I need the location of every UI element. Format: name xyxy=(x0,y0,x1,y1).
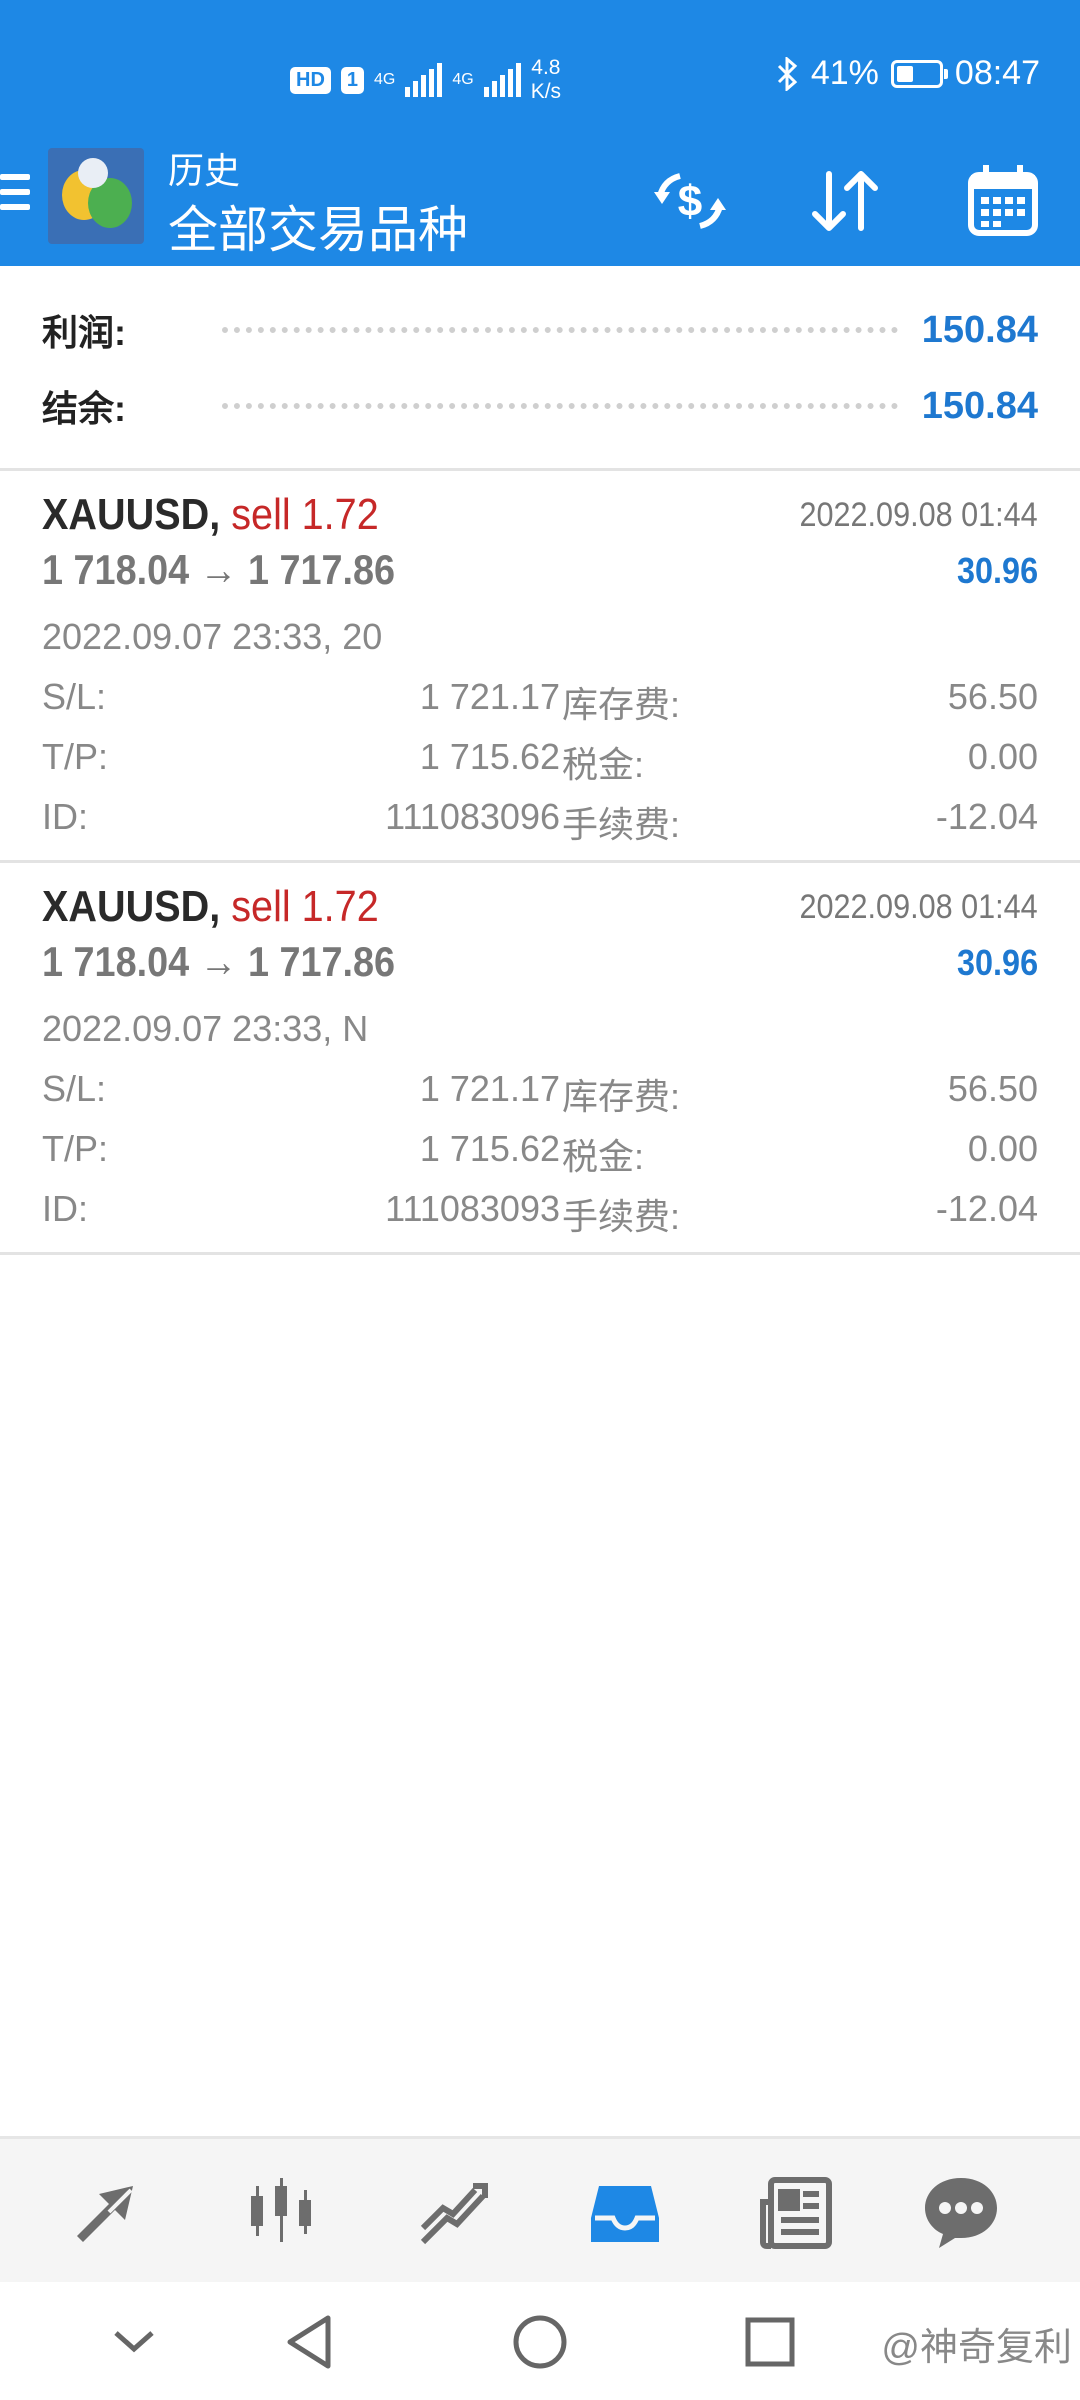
network-indicators: HD 1 4G 4G 4.8 K/s xyxy=(290,56,561,104)
status-right: 41% 08:47 xyxy=(775,54,1040,93)
tp-label: T/P: xyxy=(42,1128,109,1169)
fee-label: 手续费: xyxy=(562,804,681,845)
fee-label: 手续费: xyxy=(562,1196,681,1237)
price-range: 1 718.04 → 1 717.86 xyxy=(42,546,396,593)
swap-value: 56.50 xyxy=(947,676,1038,717)
open-time: 2022.09.07 23:33, 20 xyxy=(42,616,383,657)
speed-unit: K/s xyxy=(530,80,562,103)
chat-icon[interactable] xyxy=(916,2167,1006,2257)
history-icon[interactable] xyxy=(580,2167,670,2257)
trade-side: sell 1.72 xyxy=(231,882,379,931)
close-time: 2022.09.08 01:44 xyxy=(799,888,1038,926)
news-icon[interactable] xyxy=(752,2167,842,2257)
id-value: 111083096 xyxy=(385,796,560,837)
swap-label: 库存费: xyxy=(562,1076,681,1117)
dotted-leader xyxy=(222,403,898,409)
id-label: ID: xyxy=(42,796,89,837)
detail-row: S/L: 1 721.17 库存费: 56.50 xyxy=(42,1068,1038,1128)
status-bar: HD 1 4G 4G 4.8 K/s 41% 08:47 xyxy=(0,0,1080,130)
recents-icon[interactable] xyxy=(730,2302,810,2382)
tax-value: 0.00 xyxy=(967,736,1038,777)
chart-icon[interactable] xyxy=(236,2167,326,2257)
system-nav-bar: @神奇复利 xyxy=(0,2282,1080,2400)
bottom-nav xyxy=(0,2136,1080,2285)
detail-row: ID: 111083093 手续费: -12.04 xyxy=(42,1188,1038,1248)
trade-symbol: XAUUSD, sell 1.72 xyxy=(42,490,379,540)
battery-icon xyxy=(890,59,948,88)
profit-label: 利润: xyxy=(42,312,126,353)
battery-percent: 41% xyxy=(810,54,879,92)
sort-icon[interactable] xyxy=(800,156,890,246)
net-label-2: 4G xyxy=(452,71,474,88)
swap-value: 56.50 xyxy=(947,1068,1038,1109)
detail-row: T/P: 1 715.62 税金: 0.00 xyxy=(42,736,1038,796)
hd-badge: HD xyxy=(290,66,331,94)
symbol-text: XAUUSD, xyxy=(42,490,221,539)
close-time: 2022.09.08 01:44 xyxy=(799,496,1038,534)
trade-row[interactable]: XAUUSD, sell 1.72 2022.09.08 01:44 1 718… xyxy=(0,470,1080,863)
id-label: ID: xyxy=(42,1188,89,1229)
sl-value: 1 721.17 xyxy=(419,1068,560,1109)
swap-label: 库存费: xyxy=(562,684,681,725)
currency-exchange-icon[interactable]: $ xyxy=(645,156,735,246)
sl-value: 1 721.17 xyxy=(419,676,560,717)
svg-text:$: $ xyxy=(678,177,702,226)
sl-label: S/L: xyxy=(42,1068,107,1109)
back-icon[interactable] xyxy=(270,2302,350,2382)
sim-badge: 1 xyxy=(340,66,365,94)
symbol-text: XAUUSD, xyxy=(42,882,221,931)
tp-value: 1 715.62 xyxy=(419,736,560,777)
open-time: 2022.09.07 23:33, N xyxy=(42,1008,369,1049)
calendar-icon[interactable] xyxy=(958,156,1048,246)
trade-symbol: XAUUSD, sell 1.72 xyxy=(42,882,379,932)
watermark: @神奇复利 xyxy=(881,2327,1072,2369)
tax-label: 税金: xyxy=(562,744,645,785)
signal-icon xyxy=(405,63,443,97)
profit-value: 150.84 xyxy=(921,308,1038,351)
detail-row: T/P: 1 715.62 税金: 0.00 xyxy=(42,1128,1038,1188)
net-label-1: 4G xyxy=(374,71,396,88)
tax-label: 税金: xyxy=(562,1136,645,1177)
trade-icon[interactable] xyxy=(408,2167,498,2257)
balance-label: 结余: xyxy=(42,388,126,429)
fee-value: -12.04 xyxy=(935,796,1038,837)
fee-value: -12.04 xyxy=(935,1188,1038,1229)
page-title[interactable]: 全部交易品种 xyxy=(168,190,468,262)
home-icon[interactable] xyxy=(500,2302,580,2382)
trade-profit: 30.96 xyxy=(956,942,1038,983)
detail-row: ID: 111083096 手续费: -12.04 xyxy=(42,796,1038,856)
sl-label: S/L: xyxy=(42,676,107,717)
page-subtitle: 历史 xyxy=(168,150,241,191)
detail-row: S/L: 1 721.17 库存费: 56.50 xyxy=(42,676,1038,736)
tp-label: T/P: xyxy=(42,736,109,777)
profit-row: 利润: 150.84 xyxy=(42,300,1038,360)
chevron-down-icon[interactable] xyxy=(94,2302,174,2382)
trade-profit: 30.96 xyxy=(956,550,1038,591)
network-speed: 4.8 K/s xyxy=(531,56,561,104)
quotes-icon[interactable] xyxy=(64,2167,154,2257)
summary-panel: 利润: 150.84 结余: 150.84 xyxy=(0,266,1080,471)
dotted-leader xyxy=(222,327,898,333)
speed-value: 4.8 xyxy=(531,56,561,79)
id-value: 111083093 xyxy=(385,1188,560,1229)
clock: 08:47 xyxy=(954,54,1040,92)
trade-side: sell 1.72 xyxy=(231,490,379,539)
bluetooth-icon xyxy=(777,56,798,91)
price-range: 1 718.04 → 1 717.86 xyxy=(42,938,396,985)
balance-row: 结余: 150.84 xyxy=(42,376,1038,436)
tp-value: 1 715.62 xyxy=(419,1128,560,1169)
menu-icon[interactable] xyxy=(0,174,30,219)
tax-value: 0.00 xyxy=(967,1128,1038,1169)
trade-row[interactable]: XAUUSD, sell 1.72 2022.09.08 01:44 1 718… xyxy=(0,862,1080,1255)
signal-icon-2 xyxy=(483,63,521,97)
app-bar: 历史 全部交易品种 $ xyxy=(0,130,1080,266)
balance-value: 150.84 xyxy=(921,384,1038,427)
mt4-logo xyxy=(48,148,144,244)
